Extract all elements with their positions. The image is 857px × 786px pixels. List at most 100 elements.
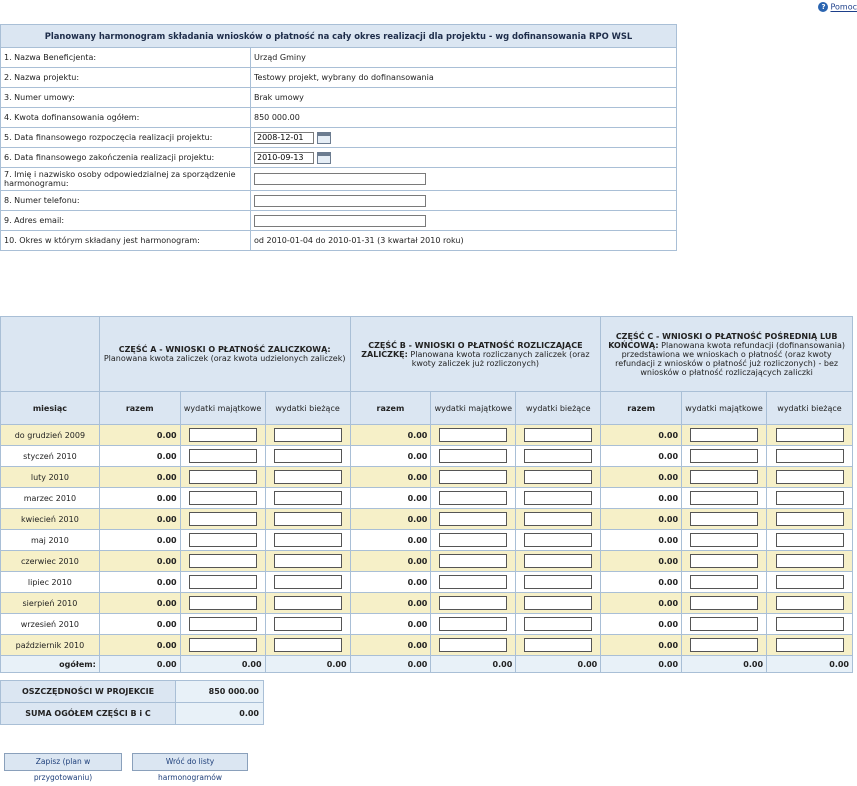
part-c-total: 0.00 [600, 634, 683, 656]
part-c-capex-input[interactable] [690, 491, 759, 505]
part-a-capex-input[interactable] [188, 596, 257, 610]
part-c-capex-input[interactable] [690, 512, 759, 526]
part-a-total: 0.00 [98, 487, 181, 509]
month-label: wrzesień 2010 [0, 613, 100, 635]
help-icon[interactable]: ? [818, 2, 829, 12]
part-b-capex-input[interactable] [439, 533, 508, 547]
input-cell [430, 634, 517, 656]
input-cell [179, 529, 266, 551]
part-a-opex-input[interactable] [273, 617, 342, 631]
back-to-list-button[interactable]: Wróć do listy harmonogramów [132, 753, 248, 782]
part-c-opex-input[interactable] [775, 638, 844, 652]
part-a-opex-input[interactable] [273, 533, 342, 547]
part-b-opex-input[interactable] [524, 638, 593, 652]
part-a-capex-input[interactable] [188, 428, 257, 442]
part-a-opex-input[interactable] [273, 512, 342, 526]
input-cell [766, 550, 853, 572]
part-c-capex-input[interactable] [690, 449, 759, 463]
part-c-opex-input[interactable] [775, 533, 844, 547]
part-b-opex-input[interactable] [524, 512, 593, 526]
part-a-opex-input[interactable] [273, 575, 342, 589]
part-b-capex-input[interactable] [439, 617, 508, 631]
part-a-capex-input[interactable] [188, 617, 257, 631]
part-a-opex-input[interactable] [273, 596, 342, 610]
totals-row: ogółem: 0.00 0.00 0.00 0.00 0.00 0.00 0.… [0, 655, 853, 673]
part-a-opex-input[interactable] [273, 449, 342, 463]
part-c-capex-input[interactable] [690, 554, 759, 568]
part-c-opex-input[interactable] [775, 428, 844, 442]
part-c-opex-input[interactable] [775, 491, 844, 505]
part-a-opex-input[interactable] [273, 428, 342, 442]
part-a-capex-input[interactable] [188, 470, 257, 484]
part-c-opex-input[interactable] [775, 575, 844, 589]
part-c-capex-input[interactable] [690, 533, 759, 547]
part-b-opex-input[interactable] [524, 596, 593, 610]
month-label: czerwiec 2010 [0, 550, 100, 572]
part-a-capex-input[interactable] [188, 491, 257, 505]
part-a-capex-input[interactable] [188, 638, 257, 652]
part-b-capex-input[interactable] [439, 512, 508, 526]
part-b-opex-input[interactable] [524, 617, 593, 631]
part-c-opex-input[interactable] [775, 512, 844, 526]
part-b-capex-input[interactable] [439, 638, 508, 652]
part-b-capex-input[interactable] [439, 491, 508, 505]
month-row: do grudzień 2009 0.00 0.00 0.00 [0, 424, 853, 446]
part-a-capex-input[interactable] [188, 449, 257, 463]
part-a-opex-input[interactable] [273, 491, 342, 505]
part-a-opex-input[interactable] [273, 554, 342, 568]
end-date-input[interactable] [254, 151, 314, 164]
phone-input[interactable] [254, 194, 426, 207]
input-cell [264, 466, 351, 488]
part-c-capex-input[interactable] [690, 575, 759, 589]
part-c-capex-input[interactable] [690, 596, 759, 610]
part-a-capex-input[interactable] [188, 533, 257, 547]
part-a-capex-input[interactable] [188, 512, 257, 526]
part-c-capex-input[interactable] [690, 617, 759, 631]
part-c-opex-input[interactable] [775, 596, 844, 610]
part-a-opex-input[interactable] [273, 470, 342, 484]
part-c-opex-input[interactable] [775, 449, 844, 463]
input-cell [430, 529, 517, 551]
input-cell [430, 571, 517, 593]
part-a-total: 0.00 [98, 613, 181, 635]
input-cell [515, 424, 602, 446]
part-b-capex-input[interactable] [439, 449, 508, 463]
month-row: styczeń 2010 0.00 0.00 0.00 [0, 445, 853, 467]
calendar-icon[interactable] [317, 151, 331, 164]
part-b-opex-input[interactable] [524, 491, 593, 505]
save-button[interactable]: Zapisz (plan w przygotowaniu) [4, 753, 122, 782]
part-b-opex-input[interactable] [524, 554, 593, 568]
part-b-capex-input[interactable] [439, 470, 508, 484]
part-c-capex-input[interactable] [690, 638, 759, 652]
part-b-opex-input[interactable] [524, 533, 593, 547]
input-cell [681, 424, 768, 446]
email-input[interactable] [254, 214, 426, 227]
part-a-capex-input[interactable] [188, 575, 257, 589]
part-b-capex-input[interactable] [439, 596, 508, 610]
info-label: 8. Numer telefonu: [0, 190, 251, 211]
part-a-capex-input[interactable] [188, 554, 257, 568]
input-cell [681, 571, 768, 593]
part-c-opex-input[interactable] [775, 554, 844, 568]
part-b-capex-input[interactable] [439, 554, 508, 568]
help-link[interactable]: Pomoc [830, 3, 857, 12]
part-b-capex-input[interactable] [439, 428, 508, 442]
part-b-capex-input[interactable] [439, 575, 508, 589]
part-b-opex-input[interactable] [524, 575, 593, 589]
input-cell [179, 508, 266, 530]
info-label: 2. Nazwa projektu: [0, 67, 251, 88]
responsible-person-input[interactable] [254, 173, 426, 185]
part-b-opex-input[interactable] [524, 449, 593, 463]
part-b-opex-input[interactable] [524, 470, 593, 484]
part-a-opex-input[interactable] [273, 638, 342, 652]
part-c-opex-input[interactable] [775, 617, 844, 631]
calendar-icon[interactable] [317, 131, 331, 144]
input-cell [766, 424, 853, 446]
part-c-opex-input[interactable] [775, 470, 844, 484]
part-a-total: 0.00 [98, 424, 181, 446]
input-cell [766, 634, 853, 656]
part-c-capex-input[interactable] [690, 428, 759, 442]
part-c-capex-input[interactable] [690, 470, 759, 484]
start-date-input[interactable] [254, 131, 314, 144]
part-b-opex-input[interactable] [524, 428, 593, 442]
